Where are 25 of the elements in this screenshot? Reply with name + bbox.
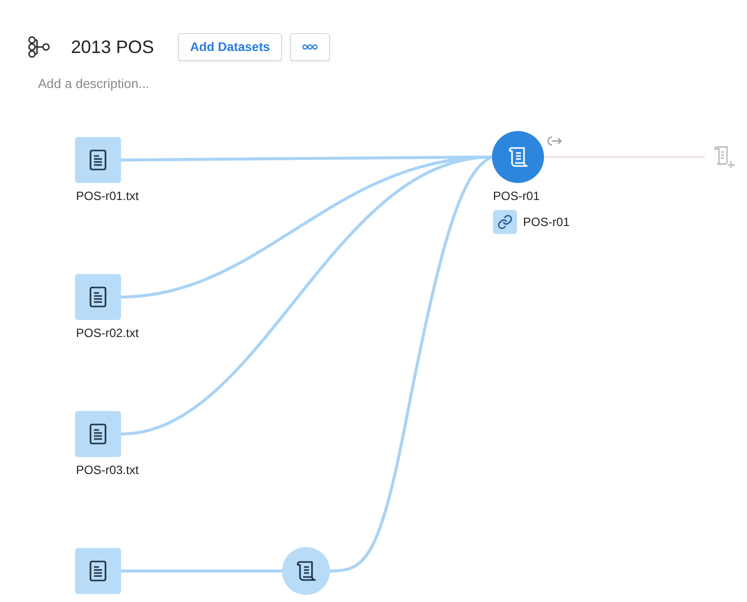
dataset-node[interactable]	[75, 411, 121, 457]
document-icon	[89, 149, 107, 171]
document-icon	[89, 286, 107, 308]
scroll-icon	[294, 559, 318, 583]
flow-icon	[27, 36, 51, 58]
more-icon	[302, 44, 318, 50]
dataset-node[interactable]	[75, 137, 121, 183]
description-field[interactable]: Add a description...	[38, 76, 238, 91]
document-icon	[89, 423, 107, 445]
flow-title: 2013 POS	[71, 36, 154, 58]
recipe-node[interactable]	[492, 131, 544, 183]
scroll-icon	[506, 145, 530, 169]
dataset-node[interactable]	[75, 548, 121, 594]
export-icon[interactable]	[547, 135, 563, 147]
dataset-node[interactable]	[75, 274, 121, 320]
document-icon	[89, 560, 107, 582]
dataset-label: POS-r02.txt	[76, 326, 139, 340]
add-datasets-button[interactable]: Add Datasets	[178, 33, 282, 61]
dataset-label: POS-r01.txt	[76, 189, 139, 203]
recipe-node[interactable]	[282, 547, 330, 595]
dataset-label: POS-r03.txt	[76, 463, 139, 477]
link-icon	[493, 210, 517, 234]
recipe-label: POS-r01	[493, 189, 540, 203]
link-label: POS-r01	[523, 215, 570, 229]
more-button[interactable]	[290, 33, 330, 61]
